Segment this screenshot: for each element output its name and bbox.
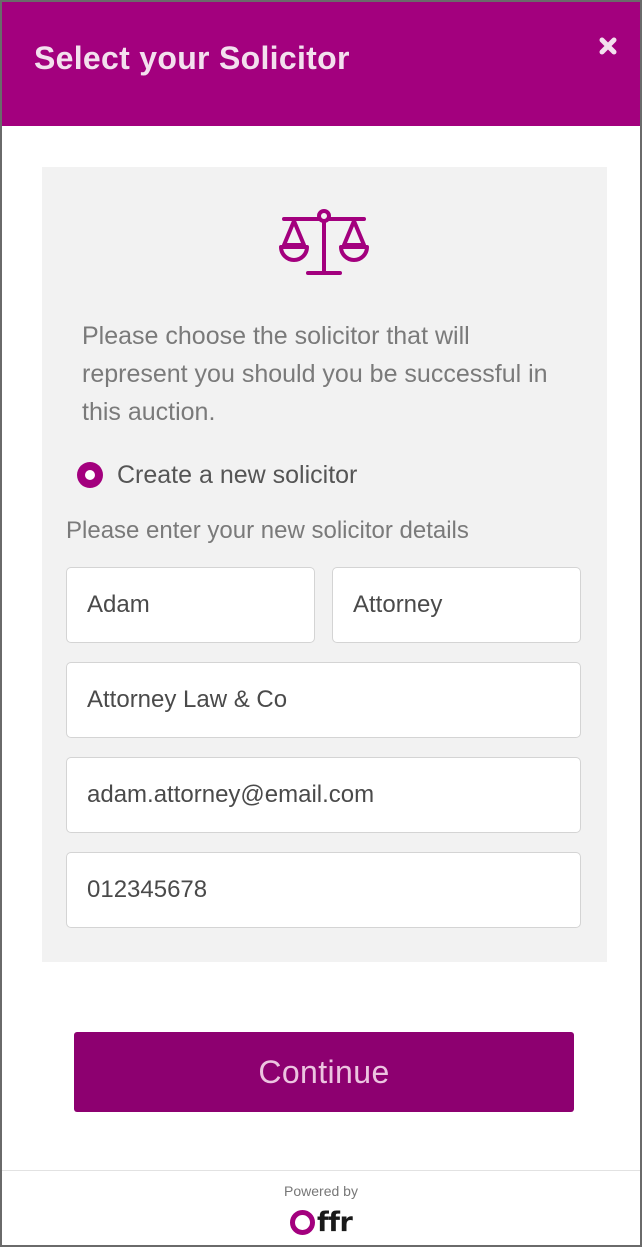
close-icon [599,37,617,55]
firm-name-field[interactable] [66,662,581,738]
continue-button[interactable]: Continue [74,1032,574,1112]
solicitor-panel: Please choose the solicitor that will re… [42,167,607,962]
last-name-field[interactable] [332,567,581,643]
modal-title: Select your Solicitor [34,40,350,76]
logo-text: ffr [317,1206,353,1238]
radio-selected[interactable] [77,462,103,488]
create-new-solicitor-option[interactable]: Create a new solicitor [77,457,357,493]
footer: Powered by ffr [2,1170,640,1245]
solicitor-details-label: Please enter your new solicitor details [66,517,469,544]
scales-of-justice-icon [279,209,369,275]
modal-window: Select your Solicitor Please choose the … [0,0,642,1247]
email-field[interactable] [66,757,581,833]
offr-logo: ffr [290,1205,353,1239]
phone-field[interactable] [66,852,581,928]
radio-label: Create a new solicitor [117,460,358,489]
close-button[interactable] [594,32,622,60]
modal-header: Select your Solicitor [2,2,640,126]
intro-text: Please choose the solicitor that will re… [82,322,548,426]
powered-by-text: Powered by [284,1183,358,1199]
first-name-field[interactable] [66,567,315,643]
logo-o-mark [290,1209,315,1235]
